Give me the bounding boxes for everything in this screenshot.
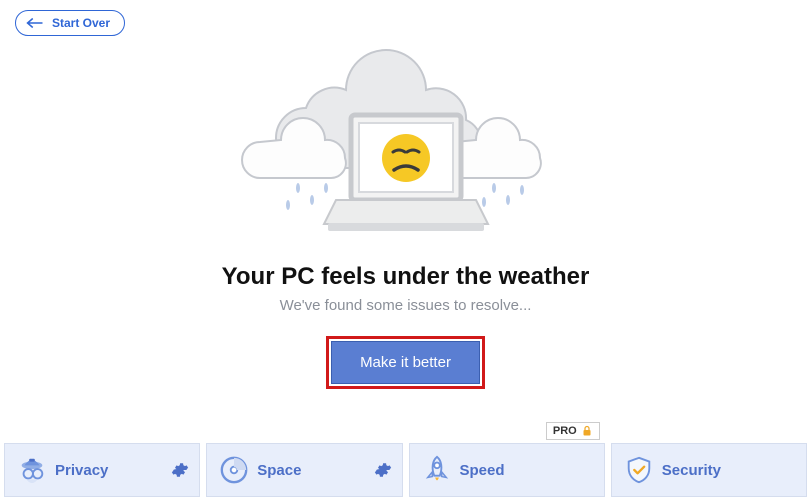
card-label: Space [257,462,373,479]
card-security[interactable]: Security [611,443,807,497]
rocket-icon [420,455,454,485]
start-over-label: Start Over [52,16,110,30]
spy-icon [15,455,49,485]
start-over-button[interactable]: Start Over [15,10,125,36]
category-cards-row: Privacy Space PRO [4,443,807,497]
card-space[interactable]: Space [206,443,402,497]
card-label: Speed [460,462,594,479]
lock-icon [581,425,593,437]
gear-icon[interactable] [171,461,189,479]
arrow-left-icon [26,16,44,30]
card-speed[interactable]: PRO Speed [409,443,605,497]
card-privacy[interactable]: Privacy [4,443,200,497]
gear-icon[interactable] [374,461,392,479]
card-label: Privacy [55,462,171,479]
pro-badge-label: PRO [553,425,577,437]
disk-icon [217,455,251,485]
sad-laptop-illustration [226,10,586,240]
cta-highlight-box: Make it better [326,336,485,389]
hero-section: Your PC feels under the weather We've fo… [216,10,596,389]
card-label: Security [662,462,796,479]
pro-badge: PRO [546,422,600,440]
shield-icon [622,455,656,485]
make-it-better-button[interactable]: Make it better [331,341,480,384]
hero-subline: We've found some issues to resolve... [216,297,596,314]
hero-headline: Your PC feels under the weather [216,263,596,291]
